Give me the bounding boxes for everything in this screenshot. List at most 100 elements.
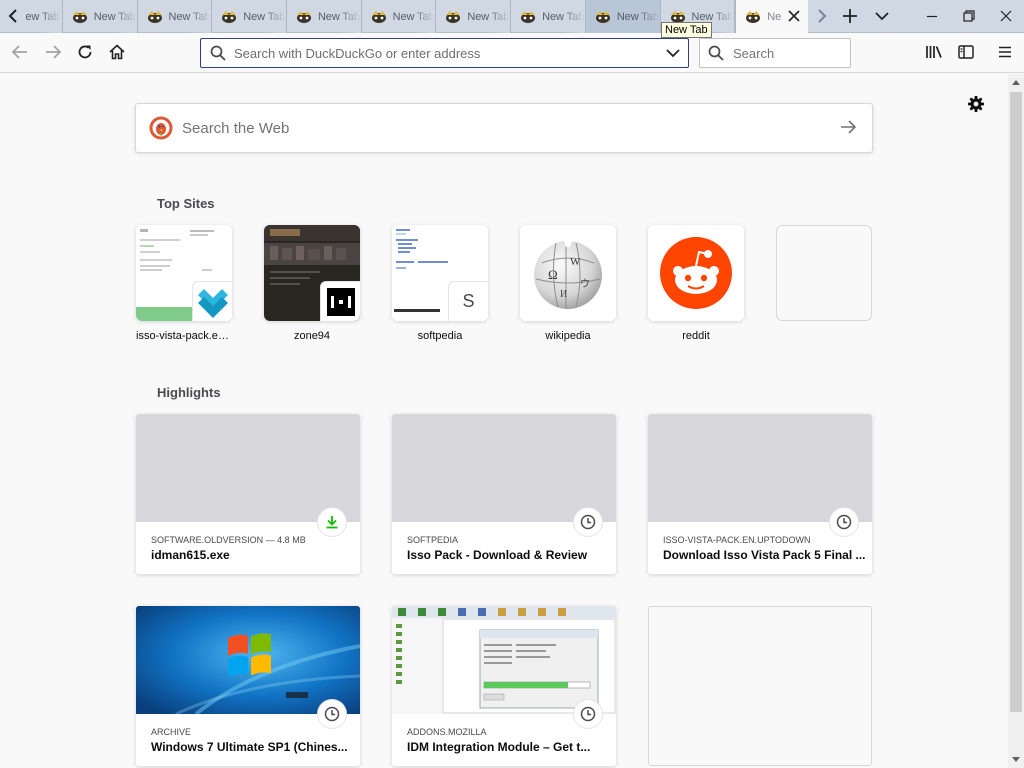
address-bar[interactable]: Search with DuckDuckGo or enter address xyxy=(200,38,689,68)
card-context: ADDONS.MOZILLA xyxy=(407,727,487,737)
zone94-logo-icon xyxy=(326,287,355,316)
sidebar-icon xyxy=(958,45,974,59)
page-scrollbar[interactable] xyxy=(1008,74,1024,768)
home-button[interactable] xyxy=(102,37,132,67)
top-site-tile xyxy=(136,225,232,321)
tab-favicon-icon xyxy=(595,10,610,23)
tab-favicon-icon xyxy=(222,10,237,23)
scroll-tabs-right-button[interactable] xyxy=(810,0,834,32)
top-site-label: isso-vista-pack.en... xyxy=(136,330,232,342)
top-sites-heading: Top Sites xyxy=(157,196,215,211)
chevron-down-icon xyxy=(666,49,680,58)
svg-text:Ω: Ω xyxy=(548,267,558,282)
web-search-placeholder: Search the Web xyxy=(182,119,290,137)
restore-button[interactable] xyxy=(950,0,987,32)
scroll-down-button[interactable] xyxy=(1008,752,1024,768)
tab-close-button[interactable] xyxy=(786,8,802,24)
site-favicon-badge: S xyxy=(448,281,488,321)
card-preview-image xyxy=(136,414,360,522)
card-type-badge xyxy=(574,700,602,728)
card-preview-image xyxy=(392,414,616,522)
library-button[interactable] xyxy=(919,37,949,67)
library-icon xyxy=(926,46,942,58)
top-site-isso-vista-pack[interactable]: isso-vista-pack.en... xyxy=(136,225,232,342)
windows7-wallpaper-thumbnail xyxy=(136,606,360,714)
reload-button[interactable] xyxy=(70,37,100,67)
list-all-tabs-button[interactable] xyxy=(866,0,898,32)
tab[interactable]: New Tab xyxy=(63,0,138,33)
tab[interactable]: New Tab xyxy=(436,0,512,33)
scroll-tabs-left-button[interactable] xyxy=(0,0,26,32)
search-bar[interactable]: Search xyxy=(699,38,851,68)
top-site-empty-slot[interactable] xyxy=(776,225,872,330)
card-type-badge xyxy=(318,700,346,728)
scrollbar-thumb[interactable] xyxy=(1010,92,1022,712)
top-site-tile xyxy=(264,225,360,321)
search-icon xyxy=(210,45,226,61)
close-icon xyxy=(1000,10,1011,22)
new-tab-page: Search the Web Top Sites isso-vista-pack… xyxy=(0,74,1008,768)
clock-icon xyxy=(580,706,596,722)
tab-strip: New Tab New Tab New Tab New Tab New Tab … xyxy=(0,0,1024,33)
highlight-card[interactable]: ADDONS.MOZILLA IDM Integration Module – … xyxy=(392,606,616,766)
highlight-card[interactable]: ARCHIVE Windows 7 Ultimate SP1 (Chines..… xyxy=(136,606,360,766)
tab[interactable]: New Tab xyxy=(362,0,437,33)
tab[interactable]: New Tab xyxy=(26,0,63,33)
new-tab-button[interactable] xyxy=(834,0,866,32)
tab[interactable]: New Tab xyxy=(287,0,362,33)
tab-favicon-icon xyxy=(371,10,386,23)
chevron-down-icon xyxy=(875,12,889,21)
back-button[interactable] xyxy=(5,37,35,67)
web-search-box[interactable]: Search the Web xyxy=(135,103,873,153)
highlight-card[interactable]: SOFTPEDIA Isso Pack - Download & Review xyxy=(392,414,616,574)
site-favicon-badge xyxy=(320,281,360,321)
top-site-tile: Ω W И ウ xyxy=(520,225,616,321)
card-type-badge xyxy=(318,508,346,536)
back-icon xyxy=(11,45,27,59)
gear-icon xyxy=(968,96,984,112)
tab[interactable]: New Tab xyxy=(138,0,213,33)
reload-icon xyxy=(78,45,92,59)
address-dropdown-button[interactable] xyxy=(666,48,680,58)
tab[interactable]: New Tab xyxy=(585,0,661,33)
clock-icon xyxy=(324,706,340,722)
customize-button[interactable] xyxy=(966,94,986,114)
duckduckgo-logo-icon xyxy=(149,116,173,140)
card-context: ARCHIVE xyxy=(151,727,192,737)
clock-icon xyxy=(580,514,596,530)
tab-label: New Tab xyxy=(767,10,782,23)
top-site-softpedia[interactable]: S softpedia xyxy=(392,225,488,342)
plus-icon xyxy=(843,9,858,23)
minimize-button[interactable] xyxy=(913,0,950,32)
card-type-badge xyxy=(830,508,858,536)
close-window-button[interactable] xyxy=(987,0,1024,32)
tab-selected[interactable]: New Tab xyxy=(735,0,809,33)
svg-text:W: W xyxy=(570,256,581,268)
chevron-left-icon xyxy=(8,9,17,23)
site-favicon-badge xyxy=(192,281,232,321)
tab-tooltip: New Tab xyxy=(661,22,712,38)
highlight-card[interactable]: ISSO-VISTA-PACK.EN.UPTODOWN Download Iss… xyxy=(648,414,872,574)
top-site-wikipedia[interactable]: Ω W И ウ wikipedia xyxy=(520,225,616,342)
top-site-label: softpedia xyxy=(417,330,463,342)
tab[interactable]: New Tab xyxy=(511,0,586,33)
scroll-up-button[interactable] xyxy=(1008,74,1024,90)
tab-favicon-icon xyxy=(446,10,461,23)
reddit-logo-icon xyxy=(648,225,744,321)
menu-icon xyxy=(999,46,1011,58)
card-context: SOFTWARE.OLDVERSION — 4.8 MB xyxy=(151,535,306,545)
tab-favicon-icon xyxy=(296,10,311,23)
forward-button[interactable] xyxy=(38,37,68,67)
top-site-zone94[interactable]: zone94 xyxy=(264,225,360,342)
highlight-card[interactable]: SOFTWARE.OLDVERSION — 4.8 MB idman615.ex… xyxy=(136,414,360,574)
svg-text:И: И xyxy=(560,289,567,300)
tab-favicon-icon xyxy=(746,10,761,23)
highlight-empty-slot xyxy=(648,606,872,766)
search-go-arrow-icon[interactable] xyxy=(840,119,858,135)
open-menu-button[interactable] xyxy=(990,37,1020,67)
tab[interactable]: New Tab xyxy=(212,0,287,33)
close-icon xyxy=(788,10,800,22)
top-site-reddit[interactable]: reddit xyxy=(648,225,744,342)
sidebar-toggle-button[interactable] xyxy=(951,37,981,67)
card-title: Download Isso Vista Pack 5 Final ... xyxy=(663,548,866,562)
